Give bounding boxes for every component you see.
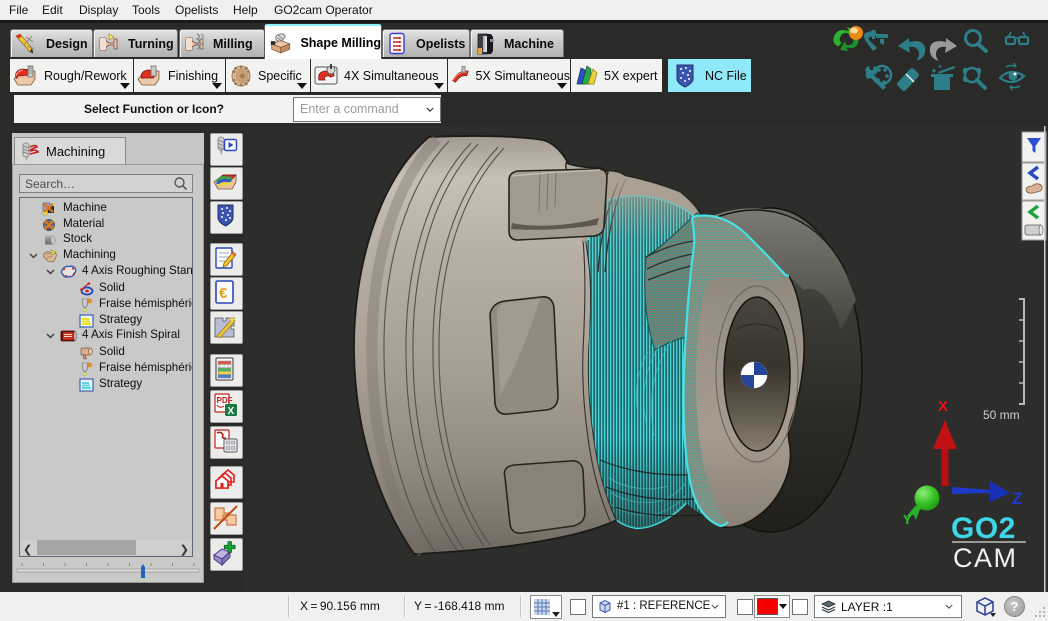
svg-text:50 mm: 50 mm [983, 408, 1020, 422]
svg-text:X: X [228, 406, 235, 417]
svg-text:PDF: PDF [217, 396, 233, 405]
svg-text:X: X [938, 398, 948, 415]
svg-text:CAM: CAM [953, 543, 1018, 573]
svg-text:€: € [219, 285, 228, 302]
svg-text:Z: Z [1012, 489, 1022, 508]
svg-text:GO2: GO2 [951, 512, 1016, 545]
svg-text:Y: Y [903, 512, 912, 527]
